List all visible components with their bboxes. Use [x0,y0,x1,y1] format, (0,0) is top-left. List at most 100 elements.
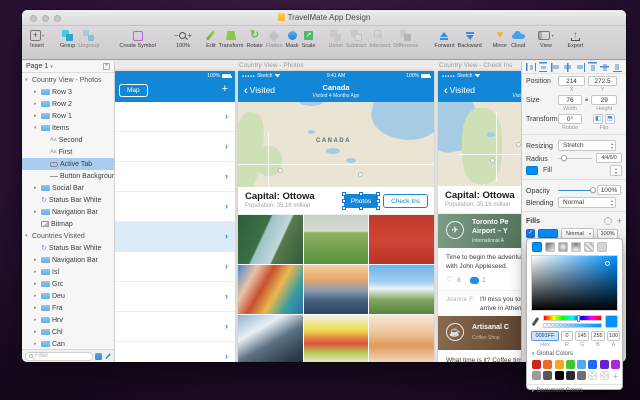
opacity-field[interactable]: 100% [597,185,621,195]
checkins-tab-button[interactable]: Check Ins [383,194,428,208]
global-color-swatch[interactable] [543,360,552,369]
disclosure-closed-icon[interactable]: ▸ [34,281,39,287]
disclosure-open-icon[interactable]: ▾ [25,233,30,239]
angular-gradient-fill-icon[interactable] [571,242,581,252]
toolbar-mirror-button[interactable]: ♥Mirror [493,29,507,49]
disclosure-closed-icon[interactable]: ▸ [34,269,39,275]
gear-icon[interactable] [604,217,612,225]
toolbar-mask-button[interactable]: Mask [286,29,299,49]
radius-slider[interactable] [558,153,592,163]
global-colors-header[interactable]: ▾Global Colors [527,348,622,358]
new-group-icon[interactable] [95,353,102,360]
disclosure-closed-icon[interactable]: ▸ [34,89,39,95]
align-middle-icon[interactable] [600,62,610,72]
person-warm-light-photo[interactable] [369,315,434,362]
disclosure-closed-icon[interactable]: ▸ [34,329,39,335]
global-color-swatch[interactable] [555,371,564,380]
toolbar-create-symbol-button[interactable]: Create Symbol [119,29,155,49]
layer-row-grc[interactable]: ▸Grc [22,278,114,290]
country-list-row[interactable]: › [115,282,235,312]
eyedropper-icon[interactable] [531,316,540,328]
forest-waterfall-photo[interactable] [238,215,303,264]
toolbar-difference-button[interactable]: Difference [393,29,418,49]
layer-row-isl[interactable]: ▸Isl [22,266,114,278]
disclosure-closed-icon[interactable]: ▸ [34,209,39,215]
layer-row-items[interactable]: ▾Items [22,122,114,134]
hue-knob[interactable] [577,315,580,322]
transparent-color-swatch[interactable] [600,371,609,380]
toolbar-scale-button[interactable]: ↗Scale [302,29,316,49]
street-art-mural-photo[interactable] [238,265,303,314]
toolbar-insert-button[interactable]: +▾Insert [30,29,44,49]
align-right-icon[interactable] [575,62,585,72]
global-color-swatch[interactable] [577,371,586,380]
layer-row-can[interactable]: ▸Can [22,338,114,349]
layer-row-second[interactable]: AaSecond [22,134,114,146]
comment-icon[interactable] [470,277,479,286]
fill-color-well[interactable] [538,229,558,238]
flip-horizontal-button[interactable]: ◧ [593,114,603,124]
toolbar-rotate-button[interactable]: ↻Rotate [247,29,263,49]
toolbar-flatten-button[interactable]: Flatten [266,29,283,49]
layer-row-country-view-photos[interactable]: ▾Country View - Photos [22,74,114,86]
add-page-button[interactable]: + [103,63,110,70]
layer-row-status-bar-white[interactable]: ↻Status Bar White [22,242,114,254]
toolbar-group-button[interactable]: Group [60,29,75,49]
toolbar-subtract-button[interactable]: Subtract [346,29,366,49]
disclosure-open-icon[interactable]: ▾ [34,125,39,131]
layer-row-status-bar-white[interactable]: ↻Status Bar White [22,194,114,206]
checkin-card-airport[interactable]: ✈ Toronto Pe Airport – Y International A [438,214,521,248]
selection-handle[interactable] [342,199,346,203]
selection-handle[interactable] [376,206,380,210]
y-position-field[interactable]: 272.5 [588,76,617,86]
filter-input[interactable]: Filter [25,352,93,361]
photos-tab-button[interactable]: Photos [344,194,378,208]
selection-handle[interactable] [376,199,380,203]
noise-fill-icon[interactable] [597,242,607,252]
radius-field[interactable]: 4/4/0/0 [596,153,622,163]
hue-slider[interactable] [543,315,602,321]
alpha-slider[interactable] [543,323,602,328]
green-field[interactable]: 145 [575,331,589,341]
add-country-button[interactable]: + [222,83,228,95]
saturation-brightness-picker[interactable] [531,255,618,311]
selection-handle[interactable] [342,192,346,196]
blending-dropdown[interactable]: Normal▴▾ [558,197,616,208]
transparent-color-swatch[interactable] [588,371,597,380]
global-color-swatch[interactable] [600,360,609,369]
dusk-mountains-photo[interactable] [304,265,369,314]
country-list-row[interactable]: › [115,192,235,222]
page-selector[interactable]: Page 1 ▾ + [22,61,114,73]
document-colors-header[interactable]: ▸Document Colors [527,385,622,395]
layer-row-row-2[interactable]: ▸Row 2 [22,98,114,110]
width-field[interactable]: 76 [558,95,582,105]
add-fill-icon[interactable]: + [617,217,622,225]
lock-proportions-icon[interactable]: 🔒︎ [585,95,588,104]
align-center-icon[interactable] [563,62,573,72]
distribute-horizontally-icon[interactable] [526,62,536,72]
align-bottom-icon[interactable] [612,62,622,72]
disclosure-closed-icon[interactable]: ▸ [34,113,39,119]
pattern-fill-icon[interactable] [584,242,594,252]
alpha-field[interactable]: 100 [607,331,620,341]
add-color-button[interactable]: + [611,371,620,380]
align-top-icon[interactable] [588,62,598,72]
layer-row-navigation-bar[interactable]: ▸Navigation Bar [22,206,114,218]
toolbar-100--button[interactable]: −+100% [174,29,192,49]
global-color-swatch[interactable] [566,371,575,380]
global-color-swatch[interactable] [543,371,552,380]
disclosure-closed-icon[interactable]: ▸ [34,317,39,323]
country-list-row[interactable]: › [115,132,235,162]
disclosure-closed-icon[interactable]: ▸ [34,257,39,263]
disclosure-closed-icon[interactable]: ▸ [34,101,39,107]
fill-stepper[interactable]: ▴▾ [610,165,622,176]
selection-handle[interactable] [359,192,363,196]
layer-row-social-bar[interactable]: ▸Social Bar [22,182,114,194]
artboard-countries-visited[interactable]: 100% Map + ››››››››› [115,71,235,362]
country-list-row[interactable]: › [115,312,235,342]
canvas[interactable]: Country View - Photos Country View - Che… [115,61,521,362]
fill-opacity-field[interactable]: 100% [597,229,618,239]
map-button[interactable]: Map [119,84,148,97]
linear-gradient-fill-icon[interactable] [545,242,555,252]
resizing-dropdown[interactable]: Stretch▴▾ [558,140,616,151]
